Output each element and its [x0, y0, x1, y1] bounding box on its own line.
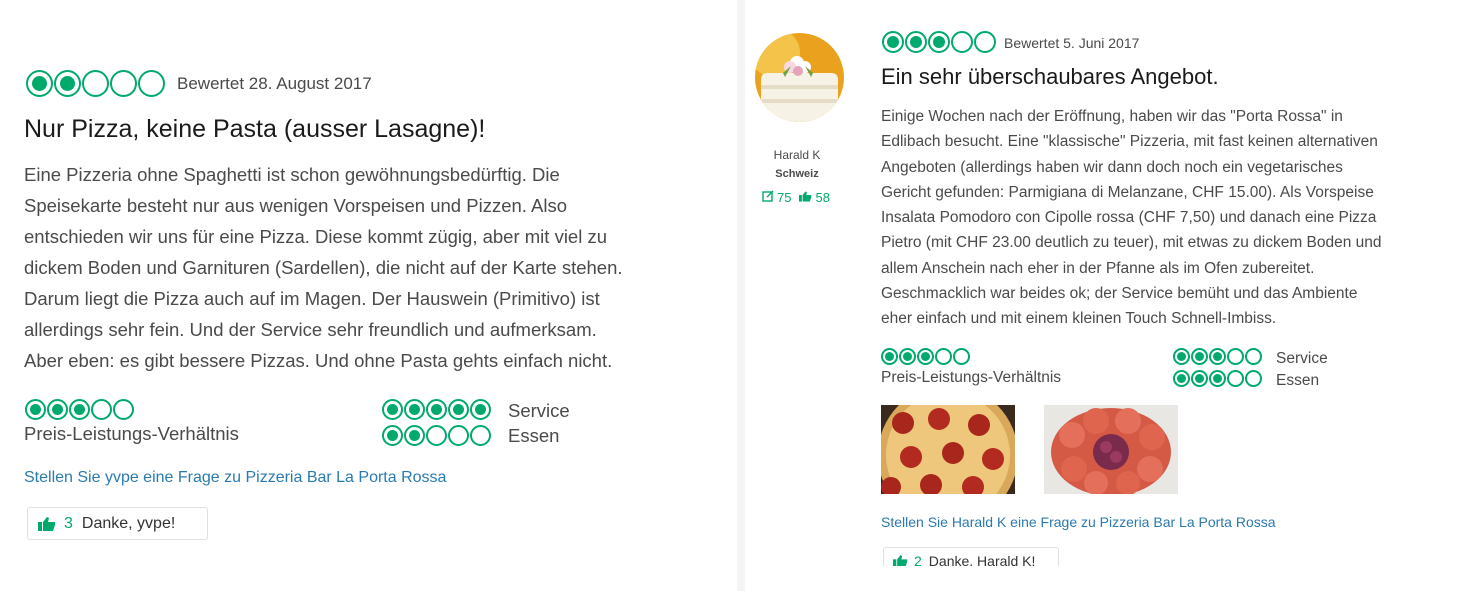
empty-bubble-icon	[1227, 370, 1244, 387]
review-body-line: Gericht gefunden: Parmigiana di Melanzan…	[881, 183, 1374, 201]
filled-bubble-icon	[1191, 348, 1208, 365]
review-body-line: Aber eben: es gibt bessere Pizzas. Und o…	[24, 350, 613, 371]
food-rating-bubbles	[382, 425, 492, 446]
review-body-line: entschieden wir uns für eine Pizza. Dies…	[24, 226, 608, 247]
service-rating-bubbles	[382, 399, 492, 420]
thanks-button[interactable]: 3 Danke, yvpe!	[27, 507, 208, 540]
food-label: Essen	[508, 425, 560, 446]
review-body-line: Edlibach besucht. Eine "klassische" Pizz…	[881, 133, 1378, 151]
review-body-line: allem Anschein nach eher in der Pfanne a…	[881, 259, 1315, 277]
review-date: Bewertet 5. Juni 2017	[1004, 35, 1140, 51]
filled-bubble-icon	[917, 348, 934, 365]
empty-bubble-icon	[470, 425, 491, 446]
filled-bubble-icon	[69, 399, 90, 420]
reviewer-stats: 75 58	[762, 190, 830, 205]
empty-bubble-icon	[91, 399, 112, 420]
value-label: Preis-Leistungs-Verhältnis	[881, 369, 1062, 386]
filled-bubble-icon	[928, 31, 950, 53]
empty-bubble-icon	[113, 399, 134, 420]
empty-bubble-icon	[935, 348, 952, 365]
helpful-votes-count: 58	[815, 190, 830, 205]
thanks-count: 3	[64, 514, 73, 532]
value-rating-bubbles	[881, 348, 971, 365]
panel-gap	[737, 0, 745, 591]
review-body-line: allerdings sehr fein. Und der Service se…	[24, 319, 597, 340]
review-body-line: Einige Wochen nach der Eröffnung, haben …	[881, 108, 1343, 125]
review-photo-salad[interactable]	[1044, 405, 1178, 494]
review-body-line: Eine Pizzeria ohne Spaghetti ist schon g…	[24, 164, 560, 185]
filled-bubble-icon	[470, 399, 491, 420]
filled-bubble-icon	[881, 348, 898, 365]
filled-bubble-icon	[1209, 370, 1226, 387]
filled-bubble-icon	[1173, 370, 1190, 387]
filled-bubble-icon	[26, 70, 53, 97]
empty-bubble-icon	[448, 425, 469, 446]
filled-bubble-icon	[905, 31, 927, 53]
review-body: Einige Wochen nach der Eröffnung, haben …	[881, 104, 1471, 332]
empty-bubble-icon	[110, 70, 137, 97]
empty-bubble-icon	[426, 425, 447, 446]
service-rating-bubbles	[1173, 348, 1263, 365]
empty-bubble-icon	[1245, 370, 1262, 387]
filled-bubble-icon	[404, 425, 425, 446]
reviewer-name[interactable]: Harald K	[755, 148, 839, 162]
review-body-line: Pietro (mit CHF 23.00 deutlich zu teuer)…	[881, 234, 1382, 252]
review-body-line: Angeboten (allerdings haben wir dann doc…	[881, 158, 1343, 176]
food-rating-bubbles	[1173, 370, 1263, 387]
empty-bubble-icon	[1245, 348, 1262, 365]
thanks-clip	[875, 566, 1075, 591]
review-body-line: Speisekarte besteht nur aus wenigen Vors…	[24, 195, 568, 216]
review-title[interactable]: Nur Pizza, keine Pasta (ausser Lasagne)!	[24, 115, 485, 144]
filled-bubble-icon	[25, 399, 46, 420]
review-date: Bewertet 28. August 2017	[177, 74, 372, 93]
reviewer-avatar[interactable]	[755, 33, 844, 122]
filled-bubble-icon	[54, 70, 81, 97]
reviews-icon	[762, 190, 774, 205]
food-label: Essen	[1276, 372, 1320, 389]
filled-bubble-icon	[899, 348, 916, 365]
reviewer-location: Schweiz	[775, 168, 819, 180]
empty-bubble-icon	[82, 70, 109, 97]
ask-question-link[interactable]: Stellen Sie Harald K eine Frage zu Pizze…	[881, 514, 1276, 530]
review-body-line: dickem Boden und Garnituren (Sardellen),…	[24, 257, 623, 278]
review-card: Bewertet 28. August 2017 Nur Pizza, kein…	[0, 0, 737, 591]
empty-bubble-icon	[951, 31, 973, 53]
filled-bubble-icon	[1191, 370, 1208, 387]
review-body-line: Darum liegt die Pizza auch auf im Magen.…	[24, 288, 600, 309]
empty-bubble-icon	[138, 70, 165, 97]
filled-bubble-icon	[382, 425, 403, 446]
filled-bubble-icon	[382, 399, 403, 420]
rating-bubbles	[882, 31, 997, 53]
empty-bubble-icon	[953, 348, 970, 365]
service-label: Service	[508, 400, 570, 421]
rating-bubbles	[26, 70, 166, 97]
thumbs-up-icon	[38, 516, 56, 531]
value-label: Preis-Leistungs-Verhältnis	[24, 423, 239, 444]
filled-bubble-icon	[1173, 348, 1190, 365]
filled-bubble-icon	[47, 399, 68, 420]
filled-bubble-icon	[882, 31, 904, 53]
review-body: Eine Pizzeria ohne Spaghetti ist schon g…	[24, 159, 729, 376]
empty-bubble-icon	[974, 31, 996, 53]
helpful-votes-icon	[799, 190, 812, 205]
review-body-line: eher einfach und mit einem kleinen Touch…	[881, 310, 1277, 328]
review-body-line: Insalata Pomodoro con Cipolle rossa (CHF…	[881, 209, 1377, 227]
value-rating-bubbles	[25, 399, 135, 420]
review-title[interactable]: Ein sehr überschaubares Angebot.	[881, 64, 1219, 90]
thanks-label: Danke, yvpe!	[81, 514, 176, 532]
service-label: Service	[1276, 350, 1328, 367]
ask-question-link[interactable]: Stellen Sie yvpe eine Frage zu Pizzeria …	[24, 469, 446, 487]
filled-bubble-icon	[1209, 348, 1226, 365]
filled-bubble-icon	[448, 399, 469, 420]
reviews-count: 75	[777, 190, 792, 205]
review-photo-pizza[interactable]	[881, 405, 1015, 494]
filled-bubble-icon	[426, 399, 447, 420]
review-body-line: Geschmacklich war beides ok; der Service…	[881, 285, 1358, 303]
empty-bubble-icon	[1227, 348, 1244, 365]
filled-bubble-icon	[404, 399, 425, 420]
